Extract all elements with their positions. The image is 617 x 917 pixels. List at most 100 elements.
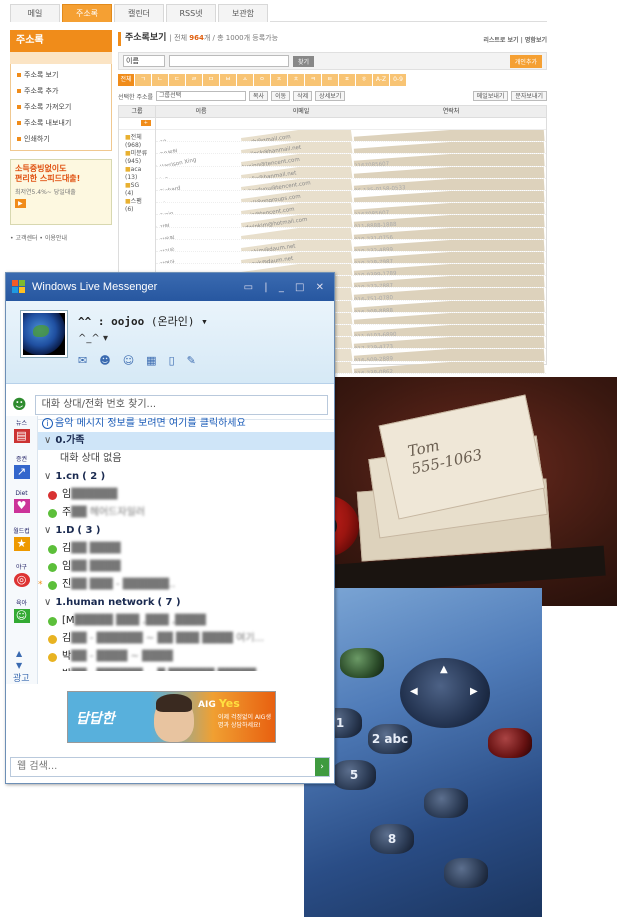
move-button[interactable]: 이동 [271, 91, 291, 101]
web-search-input[interactable]: 웹 검색... › [10, 757, 330, 777]
group-item[interactable]: aca (13) [125, 166, 149, 182]
alpha-tab[interactable]: A-Z [373, 74, 389, 86]
title-bar[interactable]: Windows Live Messenger ▭ | _ □ ✕ [6, 273, 334, 301]
table-row[interactable]: jungoalla@hanmail.net [156, 166, 546, 179]
contact-item[interactable]: 임██ ████ [38, 558, 334, 576]
chevron-down-icon[interactable]: ▾ [103, 333, 108, 344]
send-mail-button[interactable]: 메일보내기 [472, 91, 509, 101]
alpha-tab[interactable]: 전체 [118, 74, 134, 86]
alpha-tab[interactable]: ㅇ [254, 74, 270, 86]
chevron-down-icon[interactable]: ∨ [44, 471, 51, 482]
tab-rss[interactable]: RSS넷 [166, 4, 216, 22]
contact-search-input[interactable]: 대화 상대/전화 번호 찾기... [34, 394, 328, 415]
tab-calendar[interactable]: 캘린더 [114, 4, 164, 22]
tab-mail[interactable]: 메일 [10, 4, 60, 22]
detail-button[interactable]: 상세보기 [315, 91, 346, 101]
sidebar-item-import[interactable]: 주소록 가져오기 [11, 99, 111, 115]
avatar[interactable] [20, 310, 68, 358]
groups-icon[interactable]: ☺ [123, 354, 134, 367]
contact-group[interactable]: ∨ 0.가족 [38, 432, 334, 450]
alpha-tab[interactable]: ㅂ [220, 74, 236, 86]
contact-group[interactable]: ∨ 1.D( 3 ) [38, 522, 334, 540]
alpha-tab[interactable]: ㅎ [356, 74, 372, 86]
tab-storage[interactable]: 보관함 [218, 4, 268, 22]
tab-addressbook[interactable]: 주소록 [62, 4, 112, 22]
table-row[interactable]: 00on.ch@gmail.com [156, 130, 546, 143]
view-mode-links[interactable]: 리스트로 보기 | 명함보기 [483, 34, 547, 47]
col-email[interactable]: 이메일 [246, 106, 356, 117]
window-controls[interactable]: ▭ | _ □ ✕ [244, 282, 328, 293]
contact-item[interactable]: 김██ - ██████ ~ ██ ███ ████ 여기... [38, 630, 334, 648]
side-tab-worldcup[interactable]: 월드컵 ★ [6, 524, 37, 560]
copy-button[interactable]: 복사 [249, 91, 269, 101]
contact-item[interactable]: 박██ - ████ ~ ████ [38, 648, 334, 666]
alpha-tab[interactable]: ㅌ [322, 74, 338, 86]
group-add-button[interactable]: + [140, 120, 151, 126]
phone-icon[interactable]: ▯ [169, 354, 175, 367]
contact-group[interactable]: ∨ 1.human network( 7 ) [38, 594, 334, 612]
side-scroll-arrows[interactable]: ▲ ▼ [16, 648, 22, 672]
chevron-down-icon[interactable]: ∨ [44, 435, 51, 446]
sidebar-item-add[interactable]: 주소록 추가 [11, 83, 111, 99]
sidebar-item-export[interactable]: 주소록 내보내기 [11, 115, 111, 131]
sidebar-item-print[interactable]: 인쇄하기 [11, 131, 111, 147]
side-tab-news[interactable]: 뉴스 ▤ [6, 416, 37, 452]
group-item[interactable]: 미분류 (945) [125, 150, 149, 166]
display-name[interactable]: ^^ : oojoo (온라인) ▾ [78, 313, 208, 329]
add-contact-button[interactable]: 개인추가 [509, 54, 542, 68]
alpha-tab[interactable]: ㄱ [135, 74, 151, 86]
grid-icon[interactable]: ▦ [146, 354, 156, 367]
table-row[interactable]: Sminsmin@tencent.com2167085607 [156, 203, 546, 216]
chevron-down-icon[interactable]: ∨ [44, 525, 51, 536]
table-row[interactable]: Harrison Xing hyxing@tencent.com 216708560… [156, 154, 546, 167]
alpha-tab[interactable]: ㄷ [169, 74, 185, 86]
alpha-tab[interactable]: ㅊ [288, 74, 304, 86]
alpha-tab[interactable]: 0-9 [390, 74, 406, 86]
table-row[interactable]: 강용필 010-231-0756 [156, 227, 546, 240]
alpha-tab[interactable]: ㅋ [305, 74, 321, 86]
alpha-tab[interactable]: ㄴ [152, 74, 168, 86]
alpha-tab[interactable]: ㅍ [339, 74, 355, 86]
search-field-select[interactable]: 이름 [123, 55, 165, 67]
chevron-down-icon[interactable]: ▾ [201, 315, 208, 328]
mail-icon[interactable]: ✉ [78, 354, 87, 367]
group-select[interactable]: 그룹선택 [156, 91, 247, 101]
table-row[interactable]: 강영아kangak@daum.net010-228-7987 [156, 251, 546, 265]
sidebar-footer[interactable]: • 고객센터 • 이용안내 [10, 233, 112, 242]
search-input[interactable] [169, 55, 289, 67]
group-item[interactable]: SG (4) [125, 182, 149, 198]
side-tab-stocks[interactable]: 증권 ↗ [6, 452, 37, 488]
contact-item[interactable]: 박██ - ██████ ~ █ ██████ █████ - [38, 666, 334, 671]
table-row[interactable]: Richard richardyou@tencent.com 86-135-0158… [156, 178, 546, 191]
side-tab-parenting[interactable]: 육아 ☺ [6, 596, 37, 632]
table-row[interactable]: sosmall@gngroups.com [156, 190, 546, 204]
personal-message[interactable]: ^_^ ▾ [78, 333, 108, 344]
table-row[interactable]: 강현edwinkim@hotmail.com011-8888-1888 [156, 215, 546, 228]
contact-item[interactable]: [M█████ ███ ,███ ,████ [38, 612, 334, 630]
side-tab-diet[interactable]: Diet ♥ [6, 488, 37, 524]
contacts-icon[interactable]: ☻ [99, 354, 110, 367]
alpha-tab[interactable]: ㅁ [203, 74, 219, 86]
sidebar-item-view[interactable]: 주소록 보기 [11, 67, 111, 83]
group-item[interactable]: 스팸 (6) [125, 198, 149, 214]
col-name[interactable]: 이름 [156, 106, 246, 117]
paintbrush-icon[interactable]: ✎ [187, 354, 196, 367]
side-tab-baseball[interactable]: 야구 ◎ [6, 560, 37, 596]
alpha-tab[interactable]: ㅈ [271, 74, 287, 86]
contact-group[interactable]: ∨ 1.cn( 2 ) [38, 468, 334, 486]
music-notice[interactable]: i 음악 메시지 정보를 보려면 여기를 클릭하세요 [38, 416, 334, 432]
contact-item[interactable]: 김██ ████ [38, 540, 334, 558]
add-contact-icon[interactable]: ☻ [12, 397, 27, 413]
send-sms-button[interactable]: 문자보내기 [511, 91, 547, 101]
alpha-tab[interactable]: ㅅ [237, 74, 253, 86]
col-phone[interactable]: 연락처 [356, 106, 546, 117]
ad-button[interactable]: ▶ [15, 199, 26, 208]
loan-ad[interactable]: 소득증빙없이도 편리한 스피드대출! 최저연5.4%~ 당일대출 ▶ [10, 159, 112, 225]
delete-button[interactable]: 삭제 [293, 91, 313, 101]
contact-item[interactable]: * 진██ ███ - ██████.. [38, 576, 334, 594]
alpha-tab[interactable]: ㄹ [186, 74, 202, 86]
search-go-icon[interactable]: › [315, 758, 329, 776]
table-row[interactable]: 강기은bmakim@daum.net010-232-4899 [156, 239, 546, 252]
group-header[interactable]: 그룹 [119, 106, 155, 118]
ad-banner[interactable]: 답답한 AIG Yes 이제 걱정없이 AIG생명과 상담하세요! [67, 691, 276, 743]
